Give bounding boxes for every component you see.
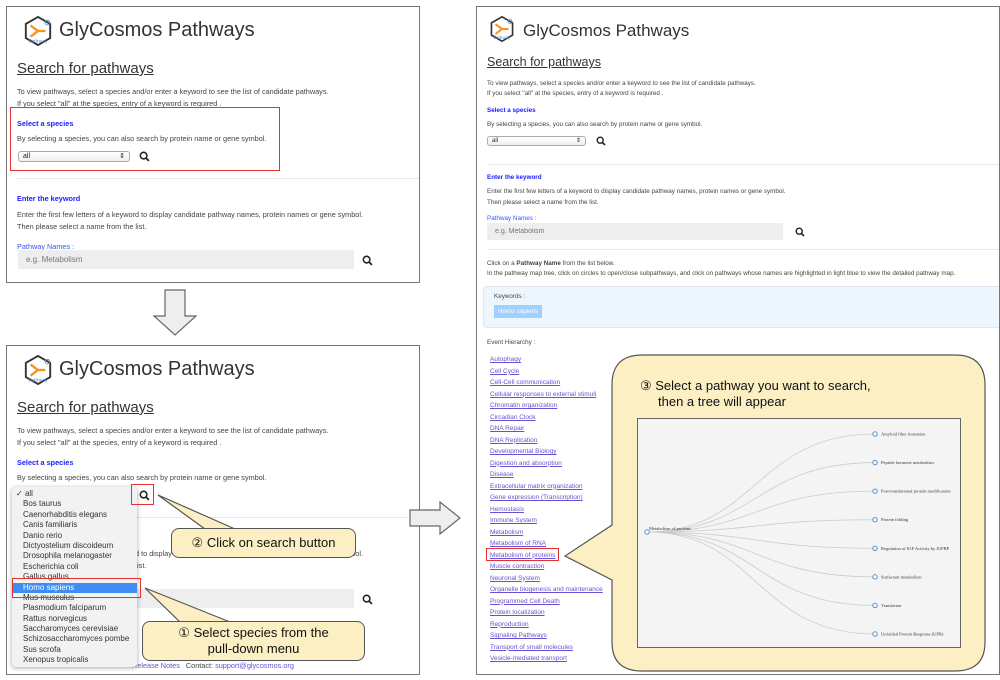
callout-step3-line1: ③ Select a pathway you want to search, [640, 378, 871, 393]
right-arrow-icon [409, 500, 461, 536]
tree-node-label[interactable]: Regulation of IGF Activity by IGFBP [881, 546, 950, 551]
keywords-label: Keywords : [494, 293, 526, 300]
keywords-box: Keywords : Homo sapiens [483, 286, 999, 328]
callout-step3-line2: then a tree will appear [658, 394, 786, 409]
tree-node-label[interactable]: Protein folding [881, 517, 909, 522]
tree-node-label[interactable]: Surfactant metabolism [881, 574, 922, 579]
callout-step3-text: ③ Select a pathway you want to search, th… [640, 378, 871, 410]
intro-text: To view pathways, select a species and/o… [487, 80, 756, 87]
callout-pointer [144, 494, 236, 623]
page-title: Search for pathways [487, 55, 601, 69]
keyword-badge[interactable]: Homo sapiens [494, 305, 543, 318]
callout-step2: ② Click on search button [171, 528, 356, 558]
callout-step1-text: ① Select species from the [178, 625, 329, 640]
tree-node-circle[interactable] [872, 602, 878, 609]
species-select-value: all [492, 138, 499, 144]
keyword-heading: Enter the keyword [487, 174, 542, 181]
tree-link [646, 433, 876, 533]
callout-step2-text: ② Click on search button [191, 535, 336, 550]
tree-node-label[interactable]: Amyloid fiber formation [881, 432, 926, 437]
results-instruction: Click on a Pathway Name from the list be… [487, 260, 615, 267]
tree-node-circle[interactable] [872, 545, 878, 551]
instruction-text-suffix: from the list below. [560, 260, 615, 267]
tree-link [646, 462, 876, 533]
tree-node-circle[interactable] [872, 459, 878, 466]
divider [487, 249, 999, 250]
search-icon[interactable] [795, 227, 805, 237]
species-heading: Select a species [487, 107, 536, 114]
pathway-names-input[interactable] [487, 223, 783, 240]
svg-text:Pathway: Pathway [494, 36, 511, 41]
tree-root-label[interactable]: Metabolism of proteins [649, 526, 691, 531]
species-description: By selecting a species, you can also sea… [487, 121, 703, 128]
pathway-tree[interactable]: Amyloid fiber formation Peptide hormone m… [637, 418, 961, 648]
search-icon[interactable] [596, 136, 606, 146]
tree-node-circle[interactable] [872, 517, 878, 523]
event-hierarchy-label: Event Hierarchy : [487, 339, 536, 346]
tree-node-label[interactable]: Peptide hormone metabolism [881, 460, 934, 465]
species-select[interactable]: all ⇕ [487, 136, 586, 146]
pathway-names-label: Pathway Names : [487, 215, 537, 222]
tree-node-circle[interactable] [872, 631, 878, 637]
tree-node-label[interactable]: Translation [881, 603, 902, 608]
callout-step1-text-2: pull-down menu [207, 641, 300, 656]
tree-node-circle[interactable] [872, 574, 878, 580]
divider [487, 164, 999, 165]
intro-text-2: If you select "all" at the species, entr… [487, 90, 664, 97]
tree-node-circle[interactable] [872, 488, 878, 494]
instruction-bold: Pathway Name [516, 260, 561, 267]
app-title: GlyCosmos Pathways [523, 21, 690, 40]
keyword-description: Enter the first few letters of a keyword… [487, 188, 786, 195]
results-instruction-2: In the pathway map tree, click on circle… [487, 270, 956, 277]
instruction-text: Click on a [487, 260, 517, 267]
select-arrows-icon: ⇕ [575, 138, 581, 144]
callout-step1: ① Select species from the pull-down menu [142, 621, 365, 661]
tree-link [646, 531, 876, 606]
keyword-description-2: Then please select a name from the list. [487, 199, 599, 206]
tree-node-label[interactable]: Post-translational protein modification [881, 489, 951, 494]
tree-link [646, 531, 876, 578]
tree-node-label[interactable]: Unfolded Protein Response (UPR) [881, 632, 944, 637]
selected-pathway-highlight-box [486, 548, 559, 561]
tree-link [646, 531, 876, 635]
glycosmos-logo: Pathway [490, 16, 514, 42]
tree-node-circle[interactable] [872, 431, 878, 437]
